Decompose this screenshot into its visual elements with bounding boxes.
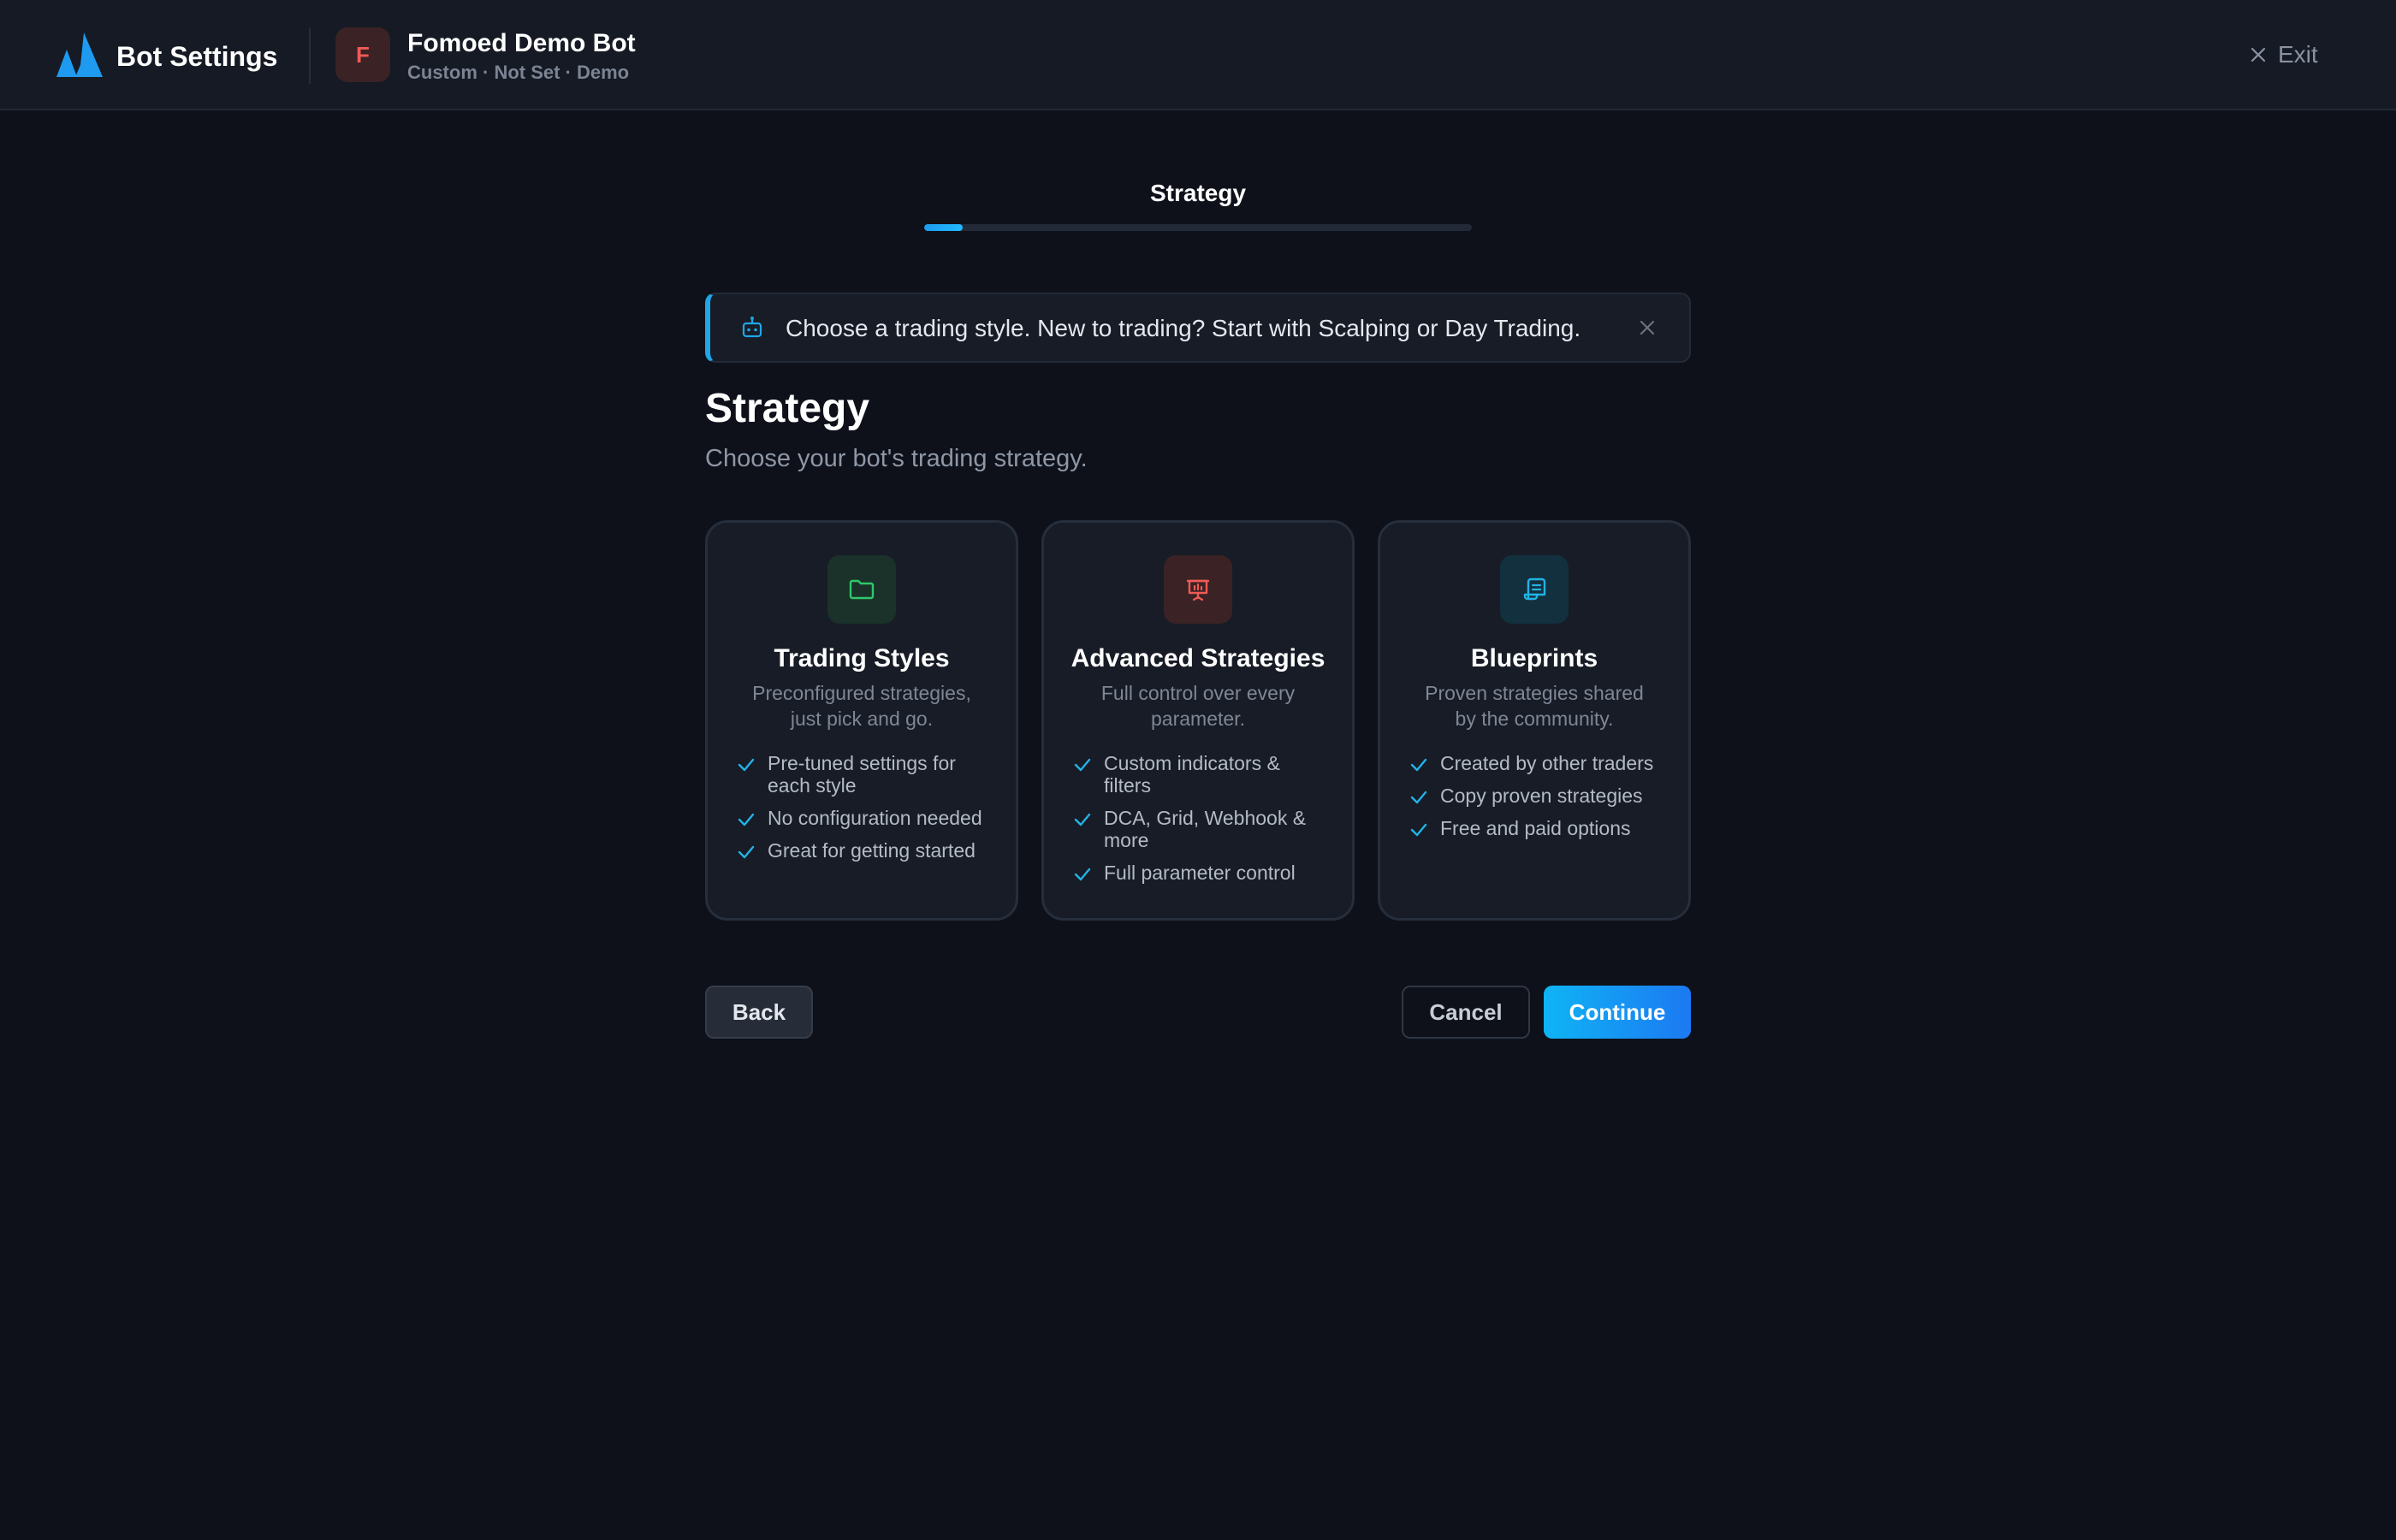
- page-title: Strategy: [705, 386, 870, 431]
- feature-text: Created by other traders: [1440, 752, 1654, 774]
- card-icon-container: [827, 555, 896, 624]
- exit-button[interactable]: Exit: [2249, 38, 2318, 72]
- check-icon: [738, 758, 755, 772]
- check-icon: [1074, 758, 1091, 772]
- presentation-chart-icon: [1186, 579, 1210, 601]
- folder-icon: [849, 579, 875, 600]
- header-divider: [309, 27, 311, 84]
- tip-text: Choose a trading style. New to trading? …: [786, 315, 1581, 341]
- strategy-card-blueprints[interactable]: Blueprints Proven strategies shared by t…: [1378, 520, 1691, 921]
- check-icon: [1410, 823, 1427, 837]
- check-icon: [738, 813, 755, 826]
- card-title: Blueprints: [1470, 644, 1598, 672]
- feature-item: Created by other traders: [1409, 752, 1666, 774]
- feature-text: Pre-tuned settings for each style: [768, 752, 956, 797]
- feature-text: Great for getting started: [768, 839, 976, 862]
- feature-text: Free and paid options: [1440, 817, 1631, 839]
- card-description: Preconfigured strategies, just pick and …: [752, 682, 971, 730]
- card-icon-container: [1164, 555, 1232, 624]
- logo-icon: [56, 33, 103, 77]
- feature-item: No configuration needed: [737, 807, 993, 829]
- bot-avatar: F: [335, 27, 390, 82]
- feature-text: Copy proven strategies: [1440, 785, 1643, 807]
- card-icon-container: [1500, 555, 1569, 624]
- card-title: Trading Styles: [774, 644, 950, 672]
- check-icon: [1074, 868, 1091, 881]
- robot-icon: [742, 317, 762, 338]
- scroll-icon: [1523, 578, 1546, 601]
- feature-list: Custom indicators & filters DCA, Grid, W…: [1073, 752, 1330, 894]
- continue-button[interactable]: Continue: [1544, 986, 1691, 1039]
- top-header: Bot Settings F Fomoed Demo Bot Custom · …: [0, 0, 2396, 110]
- exit-label: Exit: [2278, 41, 2318, 68]
- strategy-card-trading-styles[interactable]: Trading Styles Preconfigured strategies,…: [705, 520, 1018, 921]
- bot-name: Fomoed Demo Bot: [407, 29, 636, 57]
- check-icon: [738, 845, 755, 859]
- close-icon[interactable]: [1638, 318, 1657, 337]
- feature-list: Created by other traders Copy proven str…: [1409, 752, 1666, 850]
- back-button[interactable]: Back: [705, 986, 813, 1039]
- step-label: Strategy: [1149, 180, 1247, 206]
- progress-bar: [924, 224, 1472, 231]
- feature-text: DCA, Grid, Webhook & more: [1104, 807, 1307, 851]
- feature-item: Custom indicators & filters: [1073, 752, 1330, 797]
- feature-text: No configuration needed: [768, 807, 982, 829]
- feature-item: Free and paid options: [1409, 817, 1666, 839]
- close-icon: [2251, 47, 2266, 62]
- card-description: Full control over every parameter.: [1100, 682, 1296, 730]
- card-description: Proven strategies shared by the communit…: [1425, 682, 1644, 730]
- feature-item: DCA, Grid, Webhook & more: [1073, 807, 1330, 851]
- feature-item: Full parameter control: [1073, 862, 1330, 884]
- feature-item: Copy proven strategies: [1409, 785, 1666, 807]
- app-title: Bot Settings: [116, 41, 278, 72]
- tip-banner: Choose a trading style. New to trading? …: [705, 293, 1691, 363]
- check-icon: [1410, 758, 1427, 772]
- bot-meta: Custom · Not Set · Demo: [407, 62, 630, 83]
- strategy-card-advanced-strategies[interactable]: Advanced Strategies Full control over ev…: [1041, 520, 1355, 921]
- progress-fill: [924, 224, 963, 231]
- feature-item: Pre-tuned settings for each style: [737, 752, 993, 797]
- page-subtitle: Choose your bot's trading strategy.: [705, 445, 1088, 472]
- check-icon: [1074, 813, 1091, 826]
- card-title: Advanced Strategies: [1070, 644, 1326, 672]
- check-icon: [1410, 791, 1427, 804]
- feature-item: Great for getting started: [737, 839, 993, 862]
- feature-text: Full parameter control: [1104, 862, 1296, 884]
- feature-list: Pre-tuned settings for each style No con…: [737, 752, 993, 872]
- feature-text: Custom indicators & filters: [1104, 752, 1280, 797]
- cancel-button[interactable]: Cancel: [1402, 986, 1530, 1039]
